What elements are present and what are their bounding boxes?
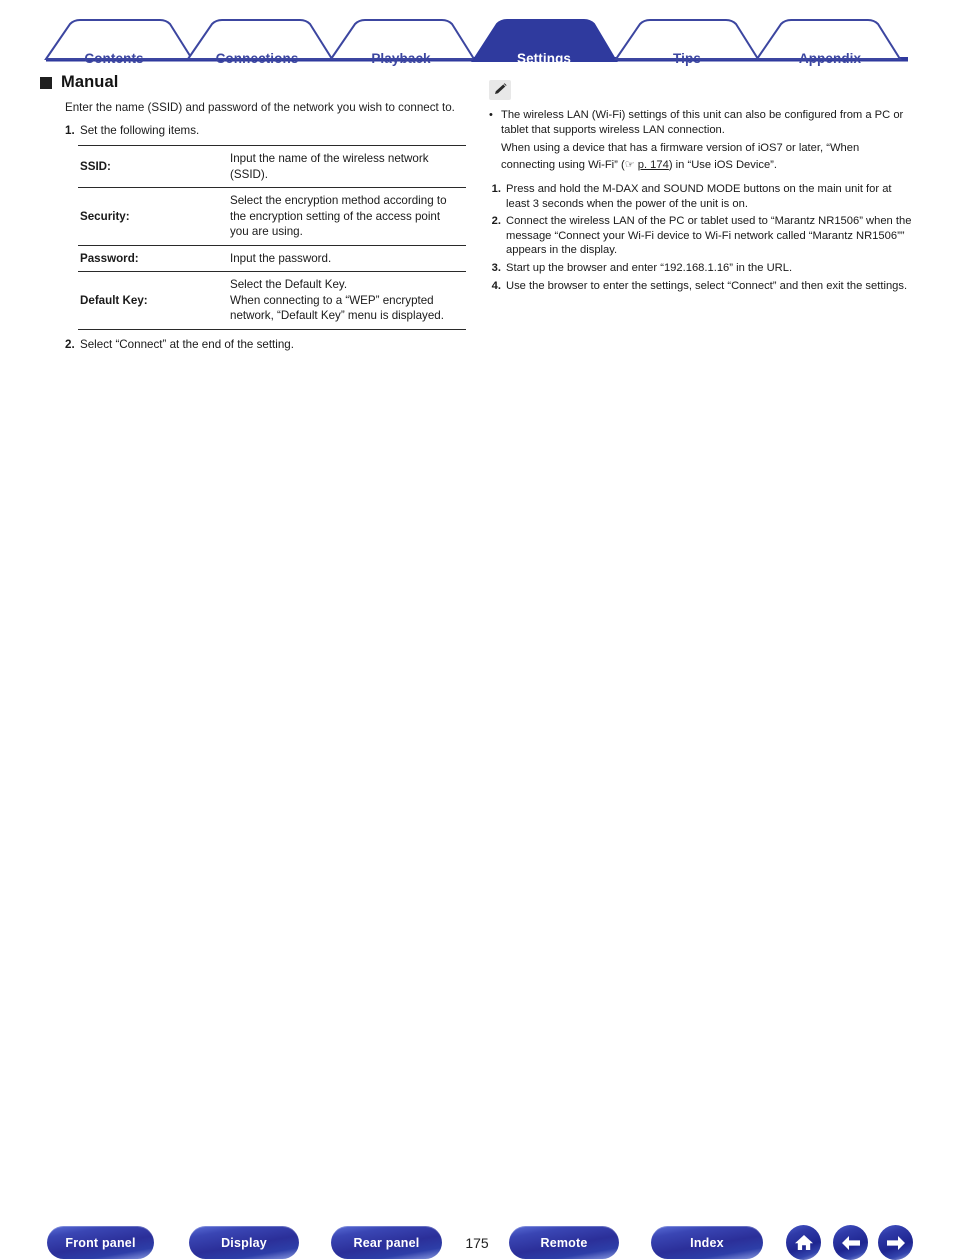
table-key-password: Password: (80, 251, 139, 265)
main-tab-bar[interactable]: Contents Connections Playback Settings T… (0, 18, 954, 66)
right-step-4-number: 4. (491, 279, 501, 292)
index-button[interactable]: Index (651, 1226, 763, 1259)
front-panel-button[interactable]: Front panel (47, 1226, 154, 1259)
tab-playback[interactable]: Playback (371, 51, 430, 66)
note-sub-text-after: ) in “Use iOS Device”. (668, 158, 777, 171)
right-step-3-number: 3. (491, 261, 501, 274)
right-step-2-number: 2. (491, 215, 501, 228)
tab-connections[interactable]: Connections (216, 51, 299, 66)
section-heading: Manual (40, 73, 476, 92)
bullet-dot-icon: • (489, 109, 493, 121)
tab-tips[interactable]: Tips (673, 51, 701, 66)
table-row: Security: Select the encryption method a… (78, 187, 466, 245)
right-step-4: 4. Use the browser to enter the settings… (489, 279, 913, 294)
left-step-1-number: 1. (65, 123, 75, 137)
table-row: Default Key: Select the Default Key. Whe… (78, 271, 466, 329)
display-button[interactable]: Display (189, 1226, 299, 1259)
table-value-password: Input the password. (230, 251, 332, 265)
pencil-note-icon (489, 80, 511, 100)
page-content: Manual Enter the name (SSID) and passwor… (0, 66, 954, 606)
tab-appendix[interactable]: Appendix (799, 51, 861, 66)
right-step-4-text: Use the browser to enter the settings, s… (506, 279, 908, 292)
page-title: Manual (61, 73, 119, 91)
arrow-right-icon[interactable] (878, 1225, 913, 1260)
table-value-ssid: Input the name of the wireless network (… (230, 152, 429, 181)
right-step-1-text: Press and hold the M-DAX and SOUND MODE … (506, 183, 892, 210)
rear-panel-button[interactable]: Rear panel (331, 1226, 442, 1259)
square-bullet-icon (40, 76, 52, 89)
table-row: SSID: Input the name of the wireless net… (78, 145, 466, 188)
right-step-3-text: Start up the browser and enter “192.168.… (506, 261, 793, 274)
right-step-2: 2. Connect the wireless LAN of the PC or… (489, 214, 913, 258)
right-steps-list: 1. Press and hold the M-DAX and SOUND MO… (489, 182, 913, 293)
left-step-1-text: Set the following items. (80, 123, 200, 137)
table-row: Password: Input the password. (78, 245, 466, 272)
table-key-security: Security: (80, 209, 130, 223)
right-step-3: 3. Start up the browser and enter “192.1… (489, 261, 913, 276)
table-value-default-key: Select the Default Key. When connecting … (230, 278, 444, 322)
left-step-1: 1. Set the following items. (65, 123, 476, 139)
note-bullet: • The wireless LAN (Wi-Fi) settings of t… (489, 108, 913, 137)
table-value-security: Select the encryption method according t… (230, 194, 447, 238)
left-step-2-number: 2. (65, 337, 75, 351)
right-step-2-text: Connect the wireless LAN of the PC or ta… (506, 215, 912, 257)
table-key-default-key: Default Key: (80, 293, 148, 307)
home-icon[interactable] (786, 1225, 821, 1260)
table-key-ssid: SSID: (80, 159, 111, 173)
left-column: Manual Enter the name (SSID) and passwor… (40, 66, 476, 352)
page-number: 175 (465, 1234, 489, 1251)
right-step-1: 1. Press and hold the M-DAX and SOUND MO… (489, 182, 913, 211)
note-sub-paragraph: When using a device that has a firmware … (501, 141, 913, 173)
pointing-hand-icon: ☞ (624, 157, 635, 171)
remote-button[interactable]: Remote (509, 1226, 619, 1259)
page-174-link[interactable]: p. 174 (638, 159, 669, 171)
right-column: • The wireless LAN (Wi-Fi) settings of t… (489, 80, 913, 293)
settings-table: SSID: Input the name of the wireless net… (78, 145, 466, 330)
tab-settings[interactable]: Settings (517, 51, 571, 66)
bottom-navigation-bar: Front panel Display Rear panel 175 Remot… (0, 606, 954, 1260)
right-step-1-number: 1. (491, 183, 501, 195)
left-step-2-text: Select “Connect” at the end of the setti… (80, 337, 294, 351)
tab-contents[interactable]: Contents (84, 51, 143, 66)
arrow-left-icon[interactable] (833, 1225, 868, 1260)
left-step-2: 2. Select “Connect” at the end of the se… (65, 337, 476, 353)
intro-paragraph: Enter the name (SSID) and password of th… (65, 101, 455, 114)
note-bullet-text: The wireless LAN (Wi-Fi) settings of thi… (501, 109, 904, 136)
